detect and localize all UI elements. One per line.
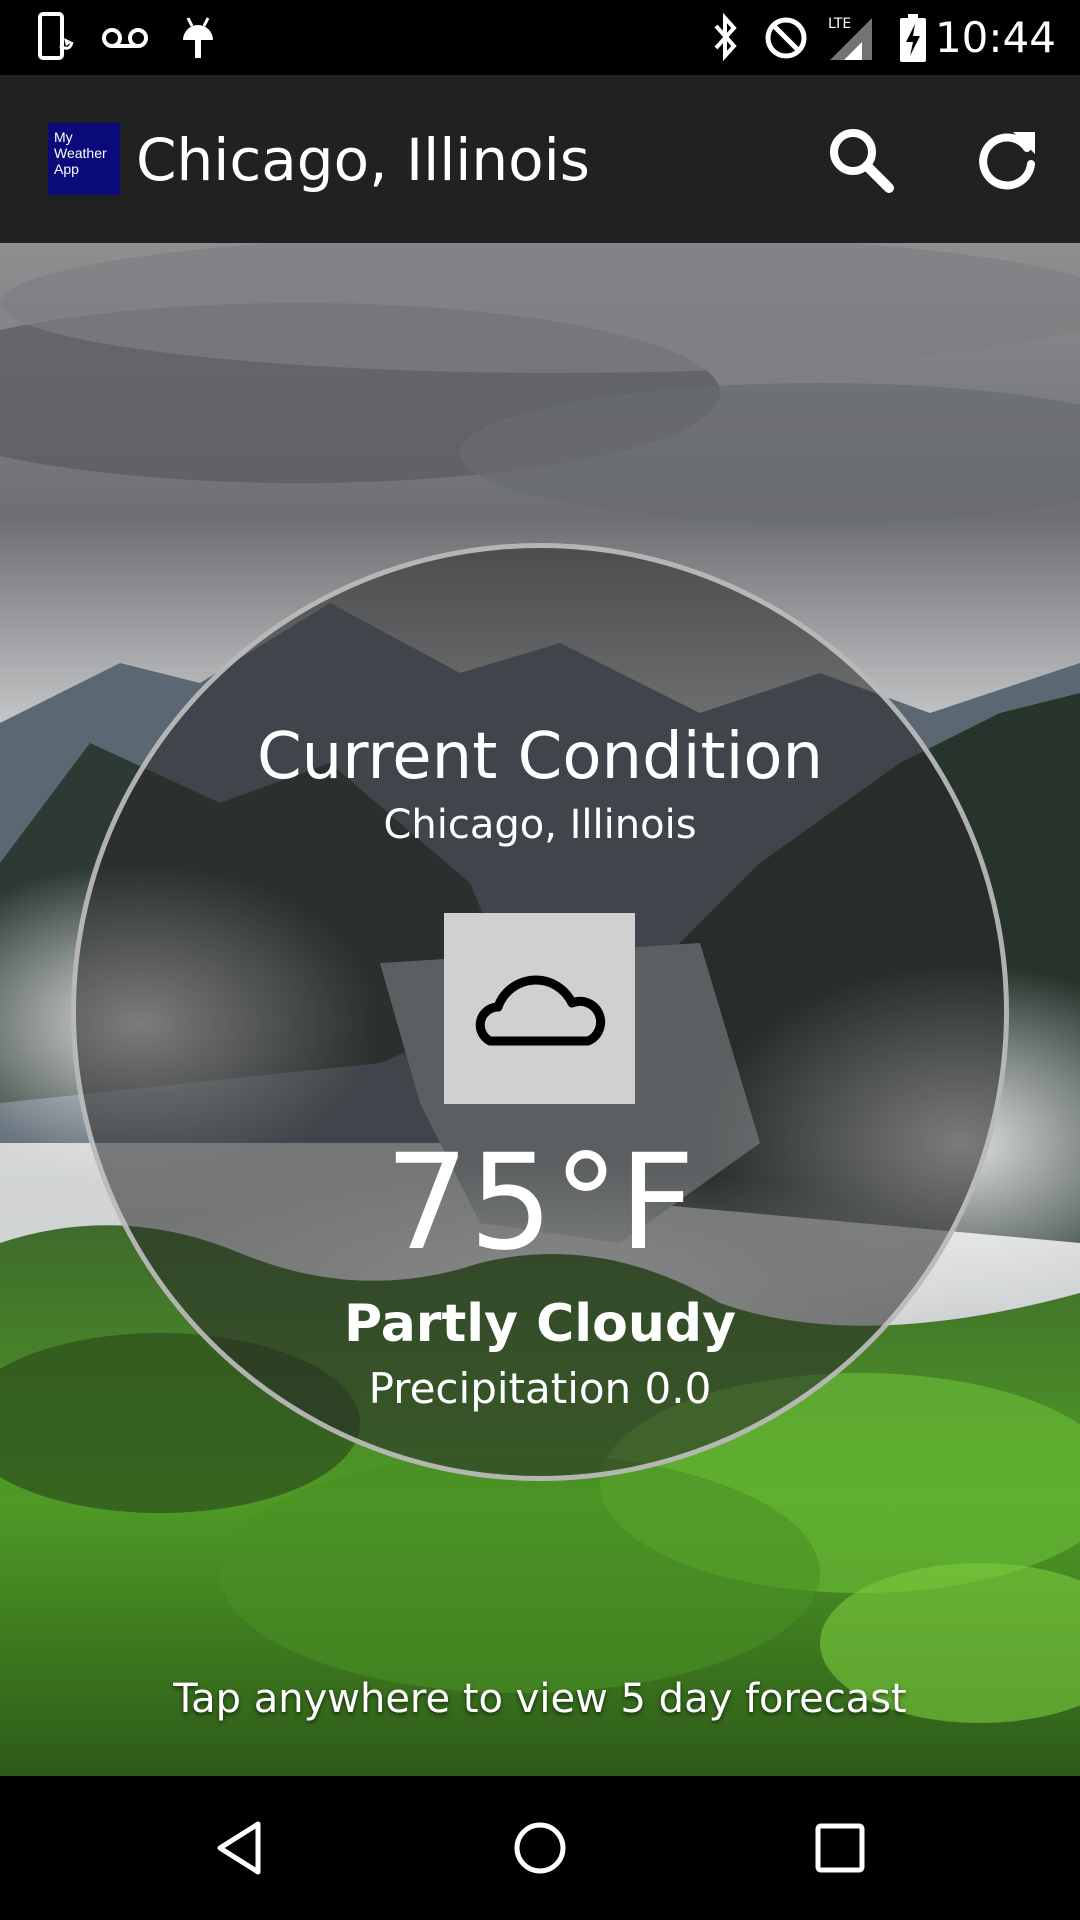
home-button[interactable] (480, 1798, 600, 1898)
back-button[interactable] (180, 1798, 300, 1898)
refresh-icon (979, 132, 1035, 190)
android-icon (183, 17, 213, 58)
view-forecast-tap-area[interactable] (0, 243, 1080, 1776)
bluetooth-icon (714, 12, 737, 62)
search-button[interactable] (816, 115, 906, 205)
back-icon (217, 1821, 261, 1875)
page-title: Chicago, Illinois (136, 126, 591, 194)
voicemail-icon (102, 28, 148, 48)
phone-icon (38, 12, 74, 60)
home-icon (514, 1822, 566, 1874)
recents-icon (815, 1823, 865, 1873)
do-not-disturb-icon (765, 17, 807, 59)
search-icon (830, 129, 894, 193)
svg-text:LTE: LTE (828, 16, 851, 32)
battery-charging-icon (900, 14, 926, 62)
lte-signal-icon: LTE (828, 16, 872, 60)
status-time: 10:44 (934, 13, 1056, 62)
recents-button[interactable] (780, 1798, 900, 1898)
app-logo: My Weather App (48, 123, 120, 195)
status-bar: LTE 10:44 (0, 0, 1080, 75)
refresh-button[interactable] (962, 115, 1052, 205)
app-bar: My Weather App Chicago, Illinois (0, 75, 1080, 243)
weather-screen: LTE 10:44 My Weather App Chicago, Illino… (0, 0, 1080, 1920)
navigation-bar (0, 1776, 1080, 1920)
